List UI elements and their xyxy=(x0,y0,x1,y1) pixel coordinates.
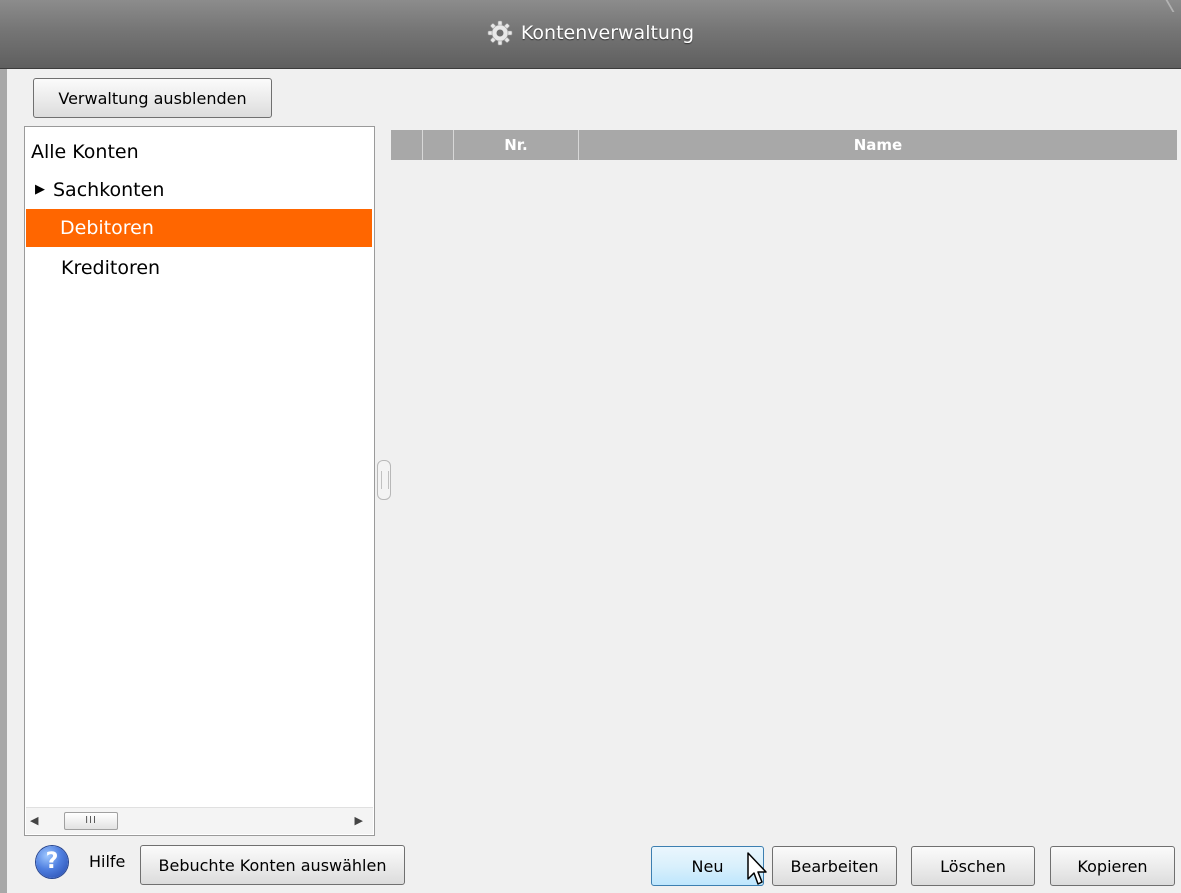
hide-administration-button[interactable]: Verwaltung ausblenden xyxy=(33,78,272,118)
copy-button[interactable]: Kopieren xyxy=(1050,846,1175,886)
panel-splitter-handle[interactable] xyxy=(377,460,391,500)
edit-button[interactable]: Bearbeiten xyxy=(772,846,897,886)
table-header: Nr. Name xyxy=(391,130,1177,160)
delete-button[interactable]: Löschen xyxy=(911,846,1035,886)
tree-item-creditors[interactable]: Kreditoren xyxy=(61,249,160,287)
left-window-edge xyxy=(0,69,7,893)
column-header-name[interactable]: Name xyxy=(579,130,1177,160)
select-booked-accounts-button[interactable]: Bebuchte Konten auswählen xyxy=(140,845,405,885)
tree-item-debtors[interactable]: Debitoren xyxy=(26,209,372,247)
scroll-thumb[interactable]: III xyxy=(64,812,118,830)
column-header-number[interactable]: Nr. xyxy=(454,130,579,160)
window-corner-mark xyxy=(1165,0,1181,12)
horizontal-scrollbar[interactable]: ◀ III ▶ xyxy=(26,807,373,834)
title-bar[interactable]: Kontenverwaltung xyxy=(0,0,1181,69)
help-icon[interactable]: ? xyxy=(36,846,68,878)
scroll-right-arrow-icon[interactable]: ▶ xyxy=(355,808,363,834)
mouse-cursor-icon xyxy=(747,852,767,885)
window-title: Kontenverwaltung xyxy=(520,22,695,44)
accounts-table[interactable]: Nr. Name xyxy=(391,126,1177,836)
tree-item-label: Sachkonten xyxy=(53,179,165,201)
title-container: Kontenverwaltung xyxy=(0,18,1181,48)
expand-arrow-icon[interactable]: ▶ xyxy=(35,182,45,197)
tree-item-all-accounts[interactable]: Alle Konten xyxy=(31,133,139,171)
gear-icon xyxy=(487,20,513,46)
tree-item-general-ledger[interactable]: ▶ Sachkonten xyxy=(35,171,164,209)
scroll-left-arrow-icon[interactable]: ◀ xyxy=(30,808,38,834)
help-label[interactable]: Hilfe xyxy=(89,849,125,875)
account-tree[interactable]: Alle Konten ▶ Sachkonten Debitoren Kredit… xyxy=(24,126,375,836)
column-header-status[interactable] xyxy=(391,130,423,160)
column-header-flag[interactable] xyxy=(423,130,454,160)
